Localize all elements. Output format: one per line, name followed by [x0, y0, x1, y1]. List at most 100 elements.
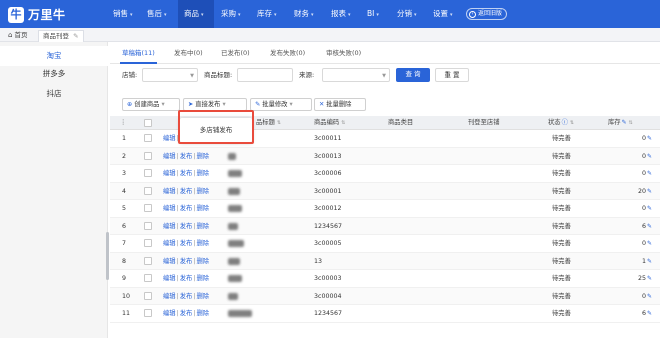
back-to-old-version-button[interactable]: ‹ 返回旧版 — [466, 8, 508, 20]
delete-link[interactable]: 删除 — [196, 240, 209, 247]
delete-link[interactable]: 删除 — [196, 310, 209, 317]
app-logo[interactable]: 牛 万里牛 — [8, 6, 66, 23]
table-row[interactable]: 2 编辑|发布|删除 3c00013 待完善 0✎ — [110, 147, 660, 165]
row-checkbox[interactable] — [144, 309, 152, 317]
header-code[interactable]: 商品编码 ⇅ — [314, 116, 345, 130]
delete-link[interactable]: 删除 — [196, 205, 209, 212]
tab-publish-failed[interactable]: 发布失败(0) — [270, 42, 305, 64]
delete-link[interactable]: 删除 — [196, 153, 209, 160]
stock-cell[interactable]: 20✎ — [622, 183, 652, 200]
edit-link[interactable]: 编辑 — [163, 223, 176, 230]
stock-cell[interactable]: 6✎ — [622, 305, 652, 322]
table-row[interactable]: 3 编辑|发布|删除 3c00006 待完善 0✎ — [110, 165, 660, 183]
table-row[interactable]: 8 编辑|发布|删除 13 待完善 1✎ — [110, 252, 660, 270]
delete-link[interactable]: 删除 — [196, 275, 209, 282]
edit-link[interactable]: 编辑 — [163, 310, 176, 317]
header-stock[interactable]: 库存✎ ⇅ — [608, 116, 633, 130]
nav-item-inventory[interactable]: 库存 ▾ — [254, 0, 284, 28]
stock-cell[interactable]: 0✎ — [622, 288, 652, 305]
tab-edit-icon[interactable]: ✎ — [73, 32, 78, 40]
title-input[interactable] — [237, 68, 293, 82]
row-checkbox[interactable] — [144, 256, 152, 265]
stock-cell[interactable]: 0✎ — [622, 200, 652, 217]
batch-edit-button[interactable]: ✎ 批量修改 ▾ — [250, 98, 312, 111]
publish-link[interactable]: 发布 — [180, 293, 193, 300]
publish-link[interactable]: 发布 — [180, 170, 193, 177]
delete-link[interactable]: 删除 — [196, 258, 209, 265]
header-title[interactable]: 品标题 ⇅ — [256, 116, 281, 130]
delete-link[interactable]: 删除 — [196, 223, 209, 230]
edit-link[interactable]: 编辑 — [163, 170, 176, 177]
publish-link[interactable]: 发布 — [180, 188, 193, 195]
publish-link[interactable]: 发布 — [180, 240, 193, 247]
table-row[interactable]: 5 编辑|发布|删除 3c00012 待完善 0✎ — [110, 200, 660, 218]
query-button[interactable]: 查 询 — [396, 68, 430, 82]
row-checkbox[interactable] — [144, 186, 152, 195]
publish-link[interactable]: 发布 — [180, 275, 193, 282]
nav-item-settings[interactable]: 设置 ▾ — [430, 0, 460, 28]
tab-published[interactable]: 已发布(0) — [221, 42, 250, 64]
create-product-button[interactable]: ⊕ 创建商品 ▾ — [122, 98, 180, 111]
nav-item-finance[interactable]: 财务 ▾ — [291, 0, 321, 28]
header-status[interactable]: 状态ⓘ ⇅ — [548, 116, 574, 130]
delete-link[interactable]: 删除 — [196, 293, 209, 300]
delete-link[interactable]: 删除 — [196, 170, 209, 177]
tab-product-listing[interactable]: 商品刊登 ✎ — [38, 30, 84, 42]
edit-link[interactable]: 编辑 — [163, 153, 176, 160]
publish-link[interactable]: 发布 — [180, 310, 193, 317]
tab-drafts[interactable]: 草稿箱(11) — [120, 42, 157, 64]
publish-link[interactable]: 发布 — [180, 258, 193, 265]
edit-link[interactable]: 编辑 — [163, 293, 176, 300]
sidebar-item-taobao[interactable]: 淘宝 — [0, 46, 108, 66]
table-row[interactable]: 4 编辑|发布|删除 3c00001 待完善 20✎ — [110, 182, 660, 200]
publish-link[interactable]: 发布 — [180, 153, 193, 160]
row-checkbox[interactable] — [144, 221, 152, 230]
tab-review-failed[interactable]: 审核失败(0) — [326, 42, 361, 64]
edit-link[interactable]: 编辑 — [163, 205, 176, 212]
stock-cell[interactable]: 0✎ — [622, 130, 652, 147]
source-select[interactable]: ▼ — [322, 68, 390, 82]
nav-item-reports[interactable]: 报表 ▾ — [328, 0, 358, 28]
select-all-checkbox[interactable] — [144, 119, 152, 127]
row-checkbox[interactable] — [144, 134, 152, 142]
reset-button[interactable]: 重 置 — [435, 68, 469, 82]
nav-item-sales[interactable]: 销售 ▾ — [110, 0, 140, 28]
table-row[interactable]: 7 编辑|发布|删除 3c00005 待完善 0✎ — [110, 235, 660, 253]
edit-link[interactable]: 编辑 — [163, 275, 176, 282]
nav-item-purchase[interactable]: 采购 ▾ — [218, 0, 248, 28]
edit-link[interactable]: 编辑 — [163, 258, 176, 265]
publish-link[interactable]: 发布 — [180, 223, 193, 230]
table-row[interactable]: 9 编辑|发布|删除 3c00003 待完善 25✎ — [110, 270, 660, 288]
sidebar-scrollbar[interactable] — [106, 232, 109, 280]
stock-cell[interactable]: 6✎ — [622, 218, 652, 235]
row-checkbox[interactable] — [144, 169, 152, 177]
row-checkbox[interactable] — [144, 239, 152, 247]
row-checkbox[interactable] — [144, 204, 152, 212]
column-settings-icon[interactable]: ⋮ — [120, 116, 126, 130]
shop-select[interactable]: ▼ — [142, 68, 198, 82]
publish-link[interactable]: 发布 — [180, 205, 193, 212]
sidebar-item-douyin[interactable]: 抖店 — [0, 84, 108, 104]
row-checkbox[interactable] — [144, 274, 152, 282]
stock-cell[interactable]: 0✎ — [622, 235, 652, 252]
table-row[interactable]: 6 编辑|发布|删除 1234567 待完善 6✎ — [110, 217, 660, 235]
delete-link[interactable]: 删除 — [196, 188, 209, 195]
sidebar-item-pinduoduo[interactable]: 拼多多 — [0, 64, 108, 84]
stock-cell[interactable]: 25✎ — [622, 270, 652, 287]
tab-publishing[interactable]: 发布中(0) — [174, 42, 203, 64]
table-row[interactable]: 10 编辑|发布|删除 3c00004 待完善 0✎ — [110, 287, 660, 305]
row-checkbox[interactable] — [144, 291, 152, 300]
stock-cell[interactable]: 1✎ — [622, 253, 652, 270]
stock-cell[interactable]: 0✎ — [622, 165, 652, 182]
row-checkbox[interactable] — [144, 151, 152, 160]
nav-item-aftersales[interactable]: 售后 ▾ — [144, 0, 174, 28]
tab-home[interactable]: ⌂ 首页 — [4, 30, 31, 42]
batch-delete-button[interactable]: ✕ 批量删除 — [314, 98, 366, 111]
nav-item-products[interactable]: 商品 ▾ — [178, 0, 214, 28]
edit-link[interactable]: 编辑 — [163, 240, 176, 247]
edit-link[interactable]: 编辑 — [163, 188, 176, 195]
nav-item-bi[interactable]: BI ▾ — [364, 0, 388, 28]
edit-link[interactable]: 编辑 — [163, 135, 176, 142]
stock-cell[interactable]: 0✎ — [622, 148, 652, 165]
table-row[interactable]: 11 编辑|发布|删除 1234567 待完善 6✎ — [110, 305, 660, 323]
